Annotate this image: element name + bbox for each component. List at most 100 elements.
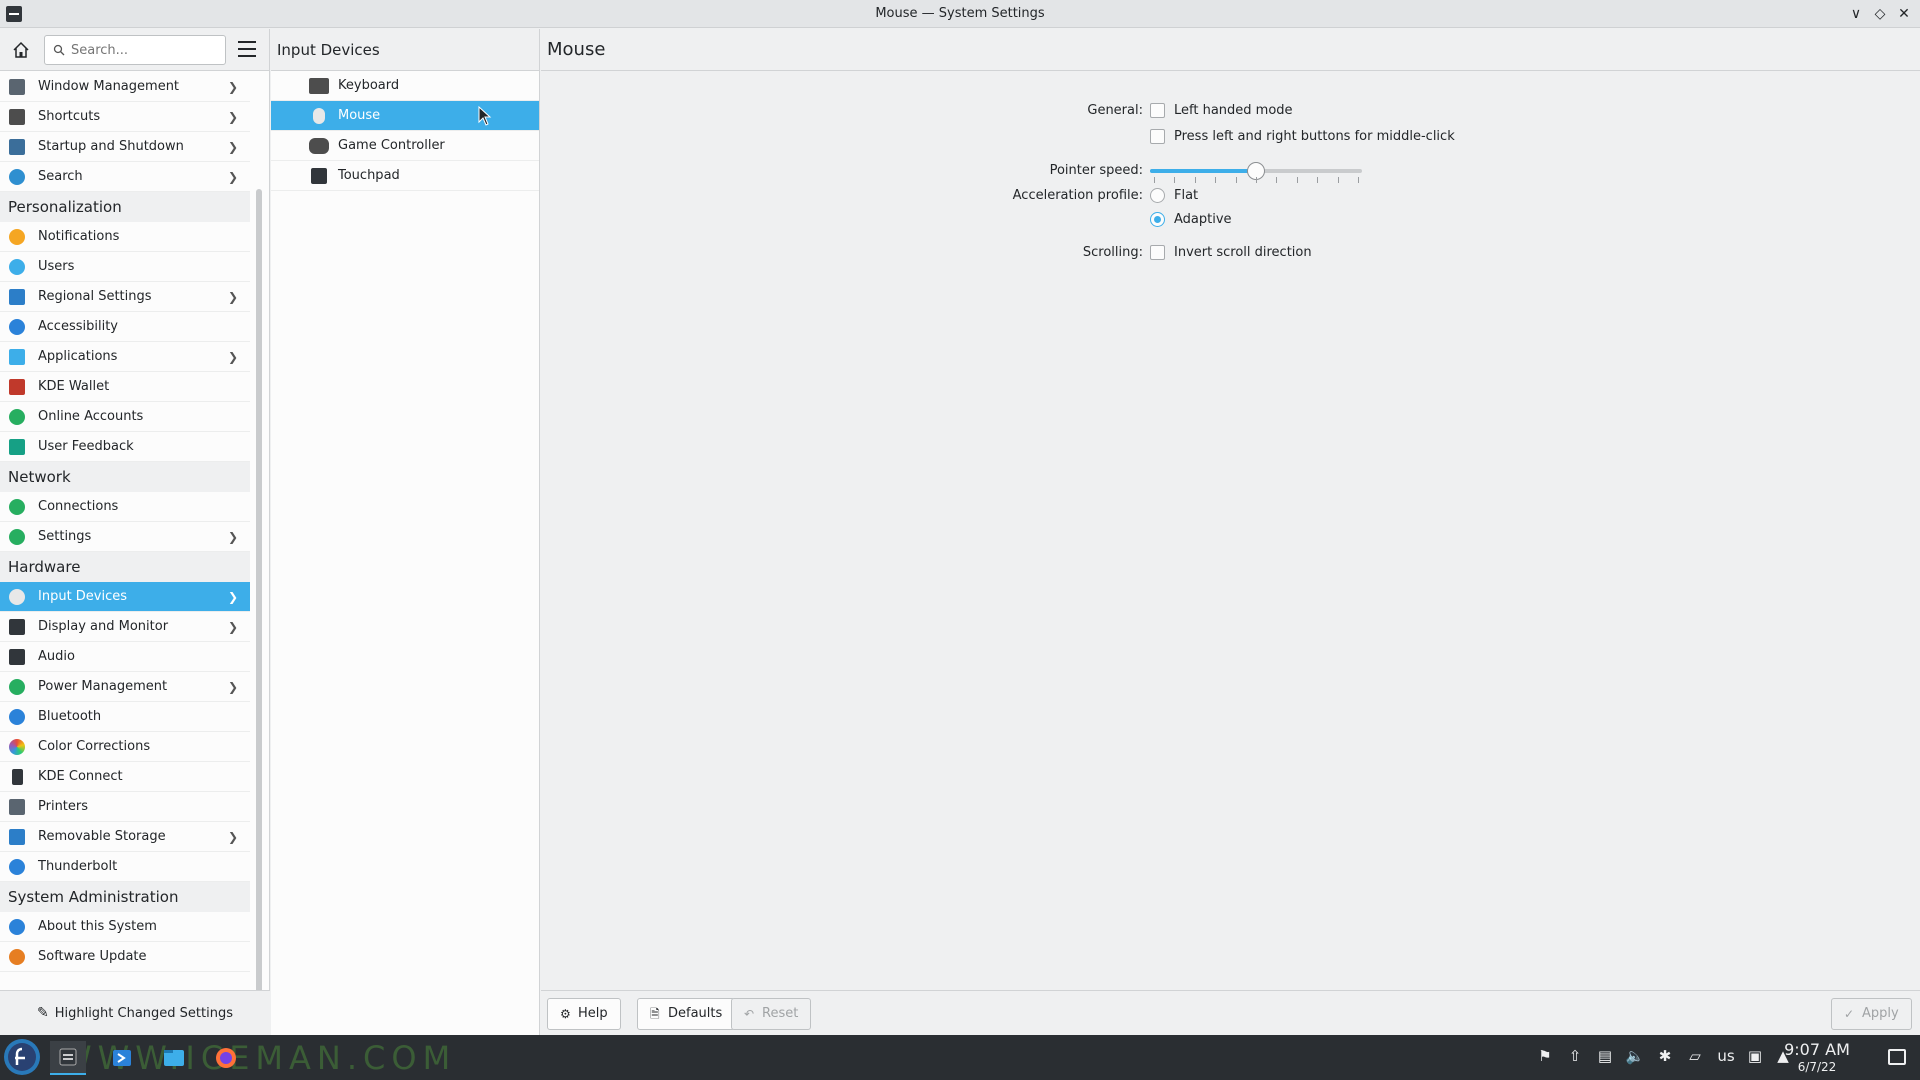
sidebar-item-label: Users xyxy=(38,259,75,274)
sidebar-item-notifications[interactable]: Notifications xyxy=(0,222,250,252)
search-icon xyxy=(9,169,25,185)
left-handed-checkbox[interactable] xyxy=(1150,103,1165,118)
bluetooth-tray-icon[interactable]: ✱ xyxy=(1654,1047,1676,1067)
sidebar-item-display-and-monitor[interactable]: Display and Monitor ❯ xyxy=(0,612,250,642)
update-tray-icon[interactable]: ⇧ xyxy=(1564,1047,1586,1067)
slider-tick xyxy=(1337,177,1339,183)
slider-tick xyxy=(1256,177,1257,183)
speaker-icon xyxy=(9,649,25,665)
help-button-label: Help xyxy=(578,1006,608,1021)
usb-tray-icon[interactable]: ▱ xyxy=(1684,1047,1706,1067)
accessibility-icon xyxy=(9,319,25,335)
sidebar-item-thunderbolt[interactable]: Thunderbolt xyxy=(0,852,250,882)
sidebar-header-network: Network xyxy=(0,462,250,492)
close-button[interactable]: ✕ xyxy=(1894,4,1914,24)
sidebar-item-bluetooth[interactable]: Bluetooth xyxy=(0,702,250,732)
sidebar-item-network-settings[interactable]: Settings ❯ xyxy=(0,522,250,552)
sidebar-item-user-feedback[interactable]: User Feedback xyxy=(0,432,250,462)
chevron-right-icon: ❯ xyxy=(227,620,238,634)
subcategory-item-game-controller[interactable]: Game Controller xyxy=(271,131,539,161)
subcategory-item-label: Touchpad xyxy=(338,168,400,183)
sidebar-item-online-accounts[interactable]: Online Accounts xyxy=(0,402,250,432)
search-field[interactable] xyxy=(44,35,226,65)
sidebar-item-software-update[interactable]: Software Update xyxy=(0,942,250,972)
home-icon xyxy=(13,41,29,58)
reset-button[interactable]: ↶ Reset xyxy=(731,998,812,1030)
invert-scroll-label[interactable]: Invert scroll direction xyxy=(1174,241,1312,265)
search-input[interactable] xyxy=(71,40,221,60)
taskbar-dolphin[interactable] xyxy=(156,1041,192,1075)
acceleration-flat-label[interactable]: Flat xyxy=(1174,184,1198,208)
sidebar-item-printers[interactable]: Printers xyxy=(0,792,250,822)
sidebar-item-window-management[interactable]: Window Management ❯ xyxy=(0,72,250,102)
application-launcher-button[interactable] xyxy=(4,1039,40,1075)
sidebar-item-removable-storage[interactable]: Removable Storage ❯ xyxy=(0,822,250,852)
taskbar-firefox[interactable] xyxy=(208,1041,244,1075)
volume-tray-icon[interactable]: 🔈 xyxy=(1624,1047,1646,1067)
network-tray-icon[interactable]: ▣ xyxy=(1744,1047,1766,1067)
invert-scroll-checkbox[interactable] xyxy=(1150,245,1165,260)
sidebar-item-input-devices[interactable]: Input Devices ❯ xyxy=(0,582,250,612)
bell-icon xyxy=(9,229,25,245)
digital-clock[interactable]: 9:07 AM 6/7/22 xyxy=(1772,1041,1862,1075)
sidebar-item-connections[interactable]: Connections xyxy=(0,492,250,522)
usb-icon xyxy=(9,829,25,845)
sidebar-item-applications[interactable]: Applications ❯ xyxy=(0,342,250,372)
defaults-button[interactable]: 🗎 Defaults xyxy=(637,998,736,1030)
show-desktop-button[interactable] xyxy=(1888,1049,1906,1065)
pointer-speed-slider[interactable] xyxy=(1150,159,1362,183)
help-button[interactable]: ⚙ Help xyxy=(547,998,621,1030)
sidebar-item-accessibility[interactable]: Accessibility xyxy=(0,312,250,342)
printer-icon xyxy=(9,799,25,815)
sidebar-item-users[interactable]: Users xyxy=(0,252,250,282)
middle-click-label[interactable]: Press left and right buttons for middle-… xyxy=(1174,125,1455,149)
highlight-changed-settings-button[interactable]: ✎ Highlight Changed Settings xyxy=(0,990,270,1035)
hamburger-menu-button[interactable] xyxy=(238,41,256,57)
search-icon xyxy=(53,44,65,56)
sidebar-category-list: Window Management ❯ Shortcuts ❯ Startup … xyxy=(0,72,250,972)
acceleration-flat-row: Acceleration profile: Flat xyxy=(541,184,1920,208)
clipboard-tray-icon[interactable]: ▤ xyxy=(1594,1047,1616,1067)
chevron-right-icon: ❯ xyxy=(227,170,238,184)
sidebar-item-kde-connect[interactable]: KDE Connect xyxy=(0,762,250,792)
minimize-button[interactable]: ∨ xyxy=(1846,4,1866,24)
sidebar-item-label: Input Devices xyxy=(38,589,128,604)
subcategory-item-touchpad[interactable]: Touchpad xyxy=(271,161,539,191)
middle-click-row: Press left and right buttons for middle-… xyxy=(541,125,1920,149)
sidebar-item-power-management[interactable]: Power Management ❯ xyxy=(0,672,250,702)
sidebar-scrollbar[interactable] xyxy=(256,189,262,1013)
sidebar-item-label: Window Management xyxy=(38,79,180,94)
taskbar-discover[interactable] xyxy=(104,1041,140,1075)
sidebar-item-color-corrections[interactable]: Color Corrections xyxy=(0,732,250,762)
sidebar-item-shortcuts[interactable]: Shortcuts ❯ xyxy=(0,102,250,132)
taskbar-system-settings[interactable] xyxy=(50,1041,86,1075)
sidebar-item-label: Thunderbolt xyxy=(38,859,118,874)
home-button[interactable] xyxy=(8,38,34,62)
middle-click-checkbox[interactable] xyxy=(1150,129,1165,144)
sidebar-item-audio[interactable]: Audio xyxy=(0,642,250,672)
clock-date: 6/7/22 xyxy=(1797,1060,1837,1074)
left-handed-label[interactable]: Left handed mode xyxy=(1174,99,1293,123)
sidebar-item-label: Shortcuts xyxy=(38,109,101,124)
sidebar-item-startup-and-shutdown[interactable]: Startup and Shutdown ❯ xyxy=(0,132,250,162)
sidebar-item-kde-wallet[interactable]: KDE Wallet xyxy=(0,372,250,402)
sidebar-item-about-this-system[interactable]: About this System xyxy=(0,912,250,942)
undo-icon: ↶ xyxy=(744,1007,755,1021)
maximize-button[interactable]: ◇ xyxy=(1870,4,1890,24)
pencil-icon: ✎ xyxy=(36,1005,49,1021)
apply-button-label: Apply xyxy=(1862,1006,1899,1021)
acceleration-flat-radio[interactable] xyxy=(1150,188,1165,203)
keyboard-layout-indicator[interactable]: us xyxy=(1712,1047,1740,1067)
apply-button[interactable]: ✓ Apply xyxy=(1831,998,1912,1030)
acceleration-adaptive-radio[interactable] xyxy=(1150,212,1165,227)
sidebar-item-regional-settings[interactable]: Regional Settings ❯ xyxy=(0,282,250,312)
acceleration-adaptive-label[interactable]: Adaptive xyxy=(1174,208,1232,232)
highlight-changed-settings-label: Highlight Changed Settings xyxy=(54,1006,234,1021)
discover-icon xyxy=(113,1050,131,1066)
subcategory-item-mouse[interactable]: Mouse xyxy=(271,101,539,131)
sidebar: Window Management ❯ Shortcuts ❯ Startup … xyxy=(0,29,270,1035)
update-icon xyxy=(9,949,25,965)
notifications-tray-icon[interactable]: ⚑ xyxy=(1534,1047,1556,1067)
sidebar-item-search[interactable]: Search ❯ xyxy=(0,162,250,192)
subcategory-item-keyboard[interactable]: Keyboard xyxy=(271,71,539,101)
